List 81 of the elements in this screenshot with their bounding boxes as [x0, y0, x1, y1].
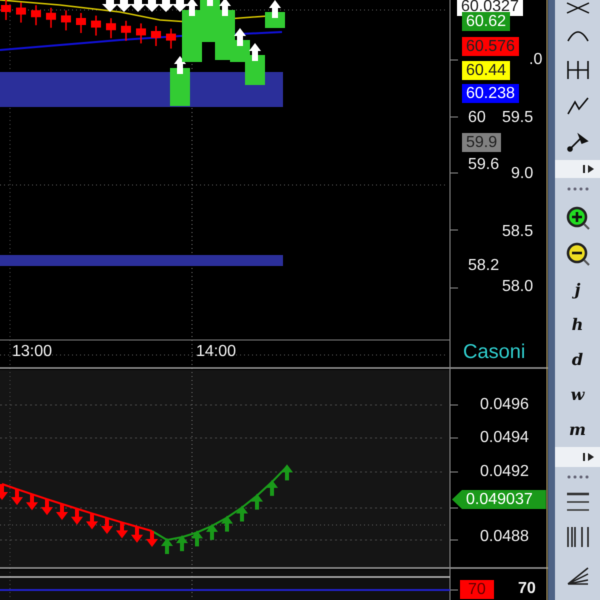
down-arrow [116, 0, 132, 12]
down-arrow [144, 0, 160, 12]
up-arrow [266, 480, 278, 496]
up-arrow [221, 516, 233, 532]
candle [106, 18, 116, 38]
axis-label: 58.5 [502, 223, 534, 241]
down-arrow [102, 0, 118, 12]
candle [166, 28, 176, 49]
axis-label: 58.2 [468, 257, 500, 275]
period-button[interactable]: j [574, 282, 580, 298]
axis-label: .0 [529, 51, 542, 69]
down-arrow [146, 531, 158, 547]
down-arrow [86, 513, 98, 530]
price-tag: 60.62 [462, 12, 510, 31]
expand-icon[interactable] [582, 164, 596, 174]
up-arrow [206, 524, 218, 540]
candle [61, 10, 71, 30]
up-arrow [176, 535, 188, 552]
candle [136, 23, 146, 44]
buy-signal [170, 56, 190, 106]
ruler-icon[interactable] [564, 59, 590, 81]
period-button[interactable]: w [570, 386, 584, 402]
axis-label: 9.0 [511, 165, 534, 183]
down-arrow [158, 0, 174, 12]
axis-label: 0.0492 [480, 463, 529, 481]
price-tag: 60.44 [462, 61, 510, 80]
candle [46, 8, 56, 28]
buy-signal [245, 43, 265, 85]
candle [31, 5, 41, 26]
time-label: 14:00 [196, 343, 236, 361]
period-button[interactable]: d [572, 352, 584, 368]
down-arrow [172, 0, 188, 12]
grip-icon [566, 474, 588, 480]
candle [76, 13, 86, 33]
vertical-lines-icon[interactable] [566, 525, 590, 549]
axis-label: 0.0494 [480, 429, 529, 447]
price-tag: 60.576 [462, 37, 519, 56]
axis-label: 0.0488 [480, 528, 529, 546]
value-tag: 70 [460, 580, 494, 599]
axis-label: 70 [518, 580, 536, 598]
cross-lines-icon[interactable] [564, 1, 590, 15]
candle [121, 20, 131, 41]
down-arrow [0, 484, 8, 500]
up-arrow [281, 464, 293, 480]
candle [1, 0, 11, 20]
price-tag: 59.9 [462, 133, 502, 152]
grip-icon [566, 186, 588, 192]
axis-label: 60 [468, 109, 486, 127]
current-value-tag: 0.049037 [452, 490, 546, 509]
down-arrow [131, 526, 143, 543]
axis-label: 59.5 [502, 109, 534, 127]
price-tag: 60.238 [462, 84, 519, 103]
candle [16, 2, 26, 23]
zoom-in-icon[interactable] [564, 205, 590, 231]
up-arrow [161, 538, 173, 554]
time-label: 13:00 [12, 343, 52, 361]
down-arrow [56, 504, 68, 520]
period-button[interactable]: h [572, 316, 584, 332]
candle [91, 16, 101, 36]
down-arrow [26, 494, 38, 510]
zoom-out-icon[interactable] [564, 241, 590, 267]
down-arrow [116, 522, 128, 538]
axis-label: 0.0496 [480, 396, 529, 414]
expand-icon[interactable] [582, 452, 596, 462]
down-arrow [130, 0, 146, 12]
down-arrow [41, 499, 53, 516]
up-arrow [236, 506, 248, 522]
horizontal-lines-icon[interactable] [566, 490, 590, 514]
down-arrow [11, 489, 23, 506]
zigzag-line-icon[interactable] [564, 95, 590, 117]
down-arrow [101, 518, 113, 534]
pin-icon[interactable] [564, 131, 590, 153]
up-arrow [251, 494, 263, 510]
period-button[interactable]: m [569, 422, 586, 438]
indicator-legend: Casoni [463, 340, 526, 364]
down-arrow [71, 508, 83, 525]
axis-label: 58.0 [502, 278, 534, 296]
candle [151, 26, 161, 46]
buy-signal [265, 0, 285, 28]
up-arrow [191, 530, 203, 546]
axis-label: 59.6 [468, 156, 500, 174]
